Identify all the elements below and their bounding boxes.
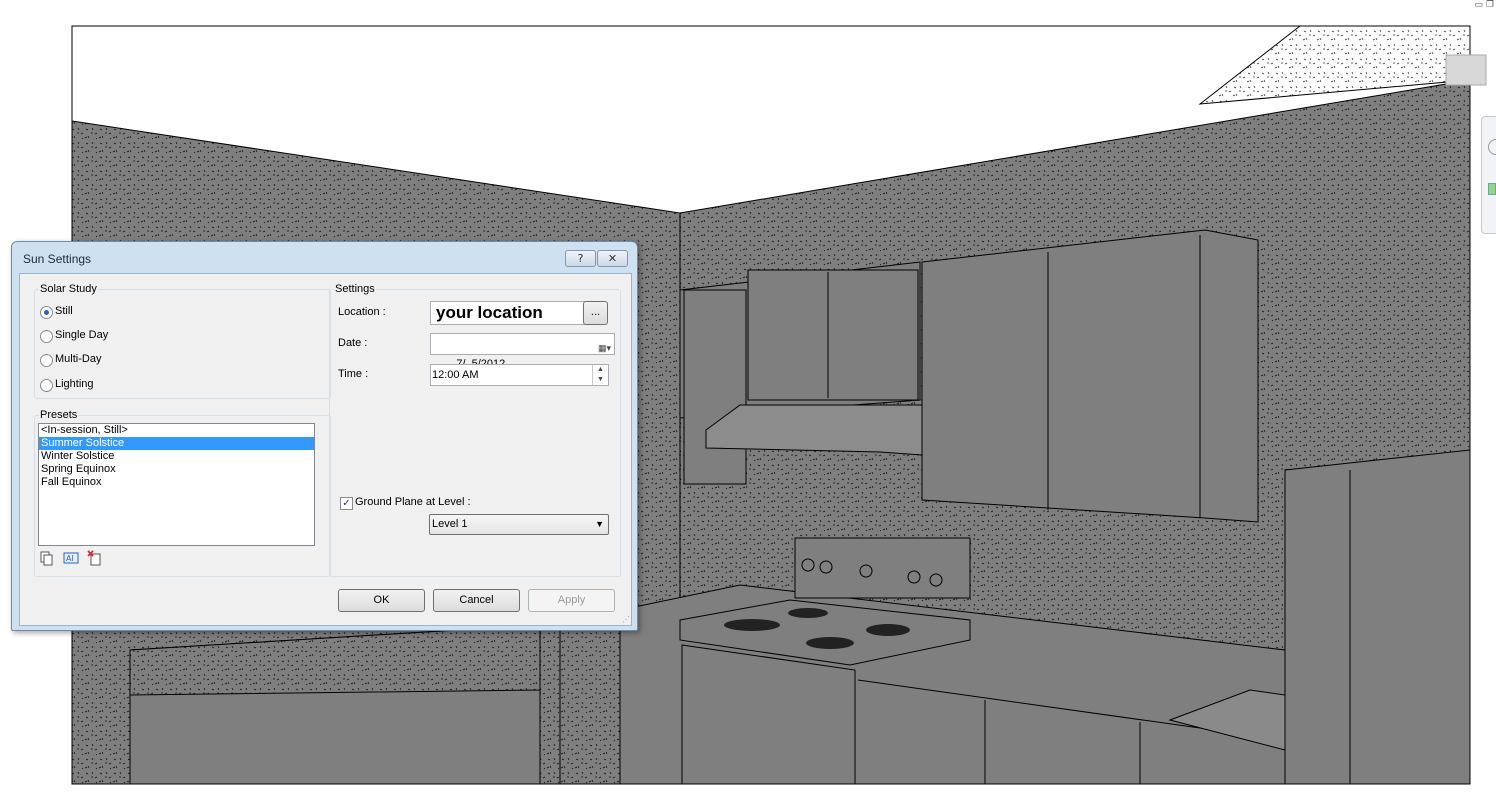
restore-icon[interactable]: ❐ [1486,0,1494,10]
ground-plane-checkbox[interactable]: ✓ [340,497,353,510]
preset-item[interactable]: Spring Equinox [39,463,314,476]
single-day-label[interactable]: Single Day [55,329,108,341]
still-radio[interactable] [40,306,53,319]
presets-list[interactable]: <In-session, Still> Summer Solstice Wint… [38,423,315,546]
help-icon: ? [577,252,584,265]
date-field[interactable]: 7/ 5/2012 ▦▾ [430,333,615,370]
level-dropdown[interactable]: Level 1 ▼ [429,514,609,535]
ok-button[interactable]: OK [338,589,425,612]
multi-day-radio[interactable] [40,354,53,367]
preset-item[interactable]: <In-session, Still> [39,424,314,437]
calendar-dropdown-icon[interactable]: ▦▾ [598,338,611,358]
minimize-icon[interactable]: ▭ [1474,0,1483,10]
close-icon: ✕ [607,252,618,265]
help-button[interactable]: ? [565,250,596,267]
dialog-body: Solar Study Still Single Day Multi-Day L… [19,273,632,626]
multi-day-label[interactable]: Multi-Day [55,353,101,365]
window-controls: ▭ ❐ [1471,0,1494,10]
sun-settings-dialog: Sun Settings ? ✕ Solar Study Still Singl… [11,241,638,631]
browse-location-button[interactable]: ... [583,301,608,325]
ground-plane-label[interactable]: Ground Plane at Level : [355,496,471,508]
time-spinner[interactable]: ▲ ▼ [592,365,608,385]
navigation-bar[interactable] [1481,116,1496,234]
level-value: Level 1 [432,518,468,530]
cancel-button[interactable]: Cancel [433,589,520,612]
single-day-radio[interactable] [40,330,53,343]
dialog-title: Sun Settings [23,252,92,266]
time-value[interactable]: 12:00 AM [432,369,478,381]
rename-preset-icon[interactable]: AI [63,550,79,566]
date-label: Date : [338,337,368,349]
settings-legend: Settings [335,283,375,295]
svg-text:AI: AI [66,554,74,563]
apply-button[interactable]: Apply [528,589,615,612]
steering-wheel-icon[interactable] [1488,139,1496,155]
close-button[interactable]: ✕ [597,250,628,267]
location-label: Location : [338,306,386,318]
duplicate-preset-icon[interactable] [39,550,55,566]
chevron-down-icon: ▼ [595,519,604,529]
lighting-radio[interactable] [40,379,53,392]
presets-legend: Presets [40,409,78,421]
time-field[interactable]: 12:00 AM ▲ ▼ [430,364,609,386]
solar-study-legend: Solar Study [40,283,97,295]
location-field[interactable]: your location [430,301,585,325]
preset-item-selected[interactable]: Summer Solstice [39,437,314,450]
resize-grip-icon[interactable]: ⋰ [622,615,630,624]
preset-item[interactable]: Winter Solstice [39,450,314,463]
zoom-icon[interactable] [1488,183,1496,195]
time-label: Time : [338,368,369,380]
delete-preset-icon[interactable] [87,550,103,566]
preset-item[interactable]: Fall Equinox [39,476,314,489]
still-label[interactable]: Still [55,305,73,317]
lighting-label[interactable]: Lighting [55,378,94,390]
